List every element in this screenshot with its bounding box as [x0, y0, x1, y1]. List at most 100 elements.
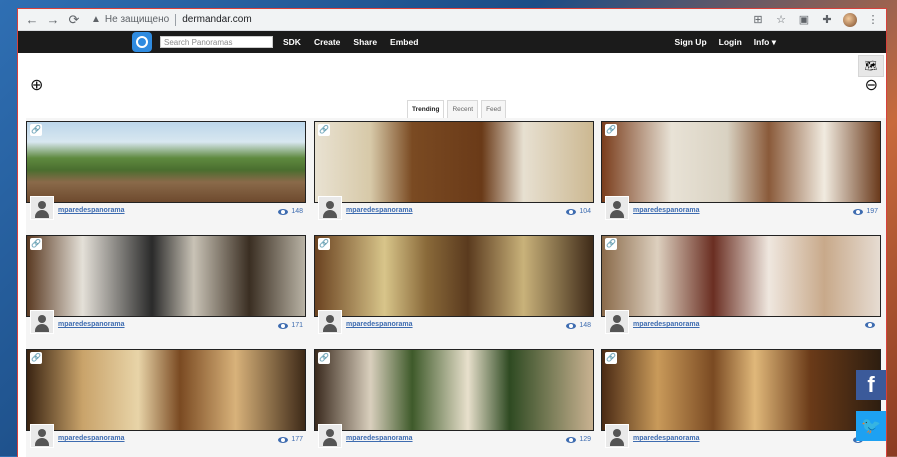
facebook-icon[interactable]: f [856, 370, 886, 400]
panorama-thumbnail[interactable]: 🔗 [314, 349, 594, 431]
username-link[interactable]: mparedespanorama [346, 435, 413, 442]
panorama-thumbnail[interactable]: 🔗 [601, 235, 881, 317]
nav-sdk[interactable]: SDK [283, 37, 301, 47]
back-icon[interactable]: ← [24, 12, 40, 28]
zoom-out-icon[interactable]: ⊖ [865, 75, 878, 95]
url-text: dermandar.com [182, 14, 252, 25]
dermandar-logo[interactable] [132, 32, 152, 52]
panorama-thumbnail[interactable]: 🔗 [314, 235, 594, 317]
panorama-card[interactable]: 🔗 mparedespanorama 129 [314, 349, 596, 449]
user-avatar[interactable] [318, 424, 342, 448]
reload-icon[interactable]: ⟳ [66, 12, 82, 28]
user-avatar[interactable] [605, 196, 629, 220]
user-avatar[interactable] [30, 310, 54, 334]
view-count-number: 171 [291, 322, 303, 329]
translate-icon[interactable]: ⊞ [751, 13, 765, 27]
site-navbar: SDK Create Share Embed Sign Up Login Inf… [18, 31, 886, 53]
eye-icon [566, 322, 577, 329]
link-icon[interactable]: 🔗 [318, 352, 330, 364]
username-link[interactable]: mparedespanorama [633, 321, 700, 328]
profile-avatar[interactable] [843, 12, 857, 27]
nav-create[interactable]: Create [314, 37, 340, 47]
feed-tabs: Trending Recent Feed [407, 100, 509, 119]
username-link[interactable]: mparedespanorama [633, 207, 700, 214]
panorama-card[interactable]: 🔗 mparedespanorama 171 [26, 235, 308, 335]
user-avatar[interactable] [318, 310, 342, 334]
forward-icon[interactable]: → [45, 12, 61, 28]
nav-embed[interactable]: Embed [390, 37, 418, 47]
user-avatar[interactable] [30, 424, 54, 448]
panorama-thumbnail[interactable]: 🔗 [26, 121, 306, 203]
eye-icon [278, 436, 289, 443]
browser-actions: ⊞ ☆ ▣ ✚ ⋮ [751, 12, 880, 27]
tab-feed[interactable]: Feed [481, 100, 506, 119]
view-count-number: 104 [579, 208, 591, 215]
puzzle-icon[interactable]: ✚ [820, 13, 834, 27]
user-avatar[interactable] [605, 310, 629, 334]
browser-window: ← → ⟳ ▲ Не защищено dermandar.com ⊞ ☆ ▣ … [17, 8, 887, 457]
user-avatar[interactable] [318, 196, 342, 220]
view-count-number: 197 [866, 208, 878, 215]
eye-icon [278, 322, 289, 329]
user-avatar[interactable] [30, 196, 54, 220]
panorama-thumbnail[interactable]: 🔗 [26, 235, 306, 317]
link-icon[interactable]: 🔗 [605, 352, 617, 364]
insecure-label: Не защищено [104, 14, 170, 25]
username-link[interactable]: mparedespanorama [346, 207, 413, 214]
panorama-grid: 🔗 mparedespanorama 148 🔗 mparedespanorama 104… [26, 118, 886, 457]
eye-icon [566, 436, 577, 443]
address-separator [175, 13, 177, 26]
panorama-thumbnail[interactable]: 🔗 [601, 349, 881, 431]
address-bar[interactable]: ▲ Не защищено dermandar.com [91, 10, 751, 29]
nav-share[interactable]: Share [353, 37, 377, 47]
panorama-card[interactable]: 🔗 mparedespanorama 177 [26, 349, 308, 449]
link-icon[interactable]: 🔗 [605, 238, 617, 250]
eye-icon [865, 322, 875, 328]
view-count: 171 [278, 322, 303, 329]
world-map-icon[interactable]: 🗺 [858, 55, 884, 77]
panorama-card[interactable]: 🔗 mparedespanorama 148 [26, 121, 308, 221]
username-link[interactable]: mparedespanorama [633, 435, 700, 442]
view-count-number: 148 [579, 322, 591, 329]
view-count-number: 177 [291, 436, 303, 443]
panorama-thumbnail[interactable]: 🔗 [314, 121, 594, 203]
eye-icon [853, 208, 864, 215]
menu-dots-icon[interactable]: ⋮ [866, 13, 880, 27]
link-icon[interactable]: 🔗 [30, 352, 42, 364]
username-link[interactable]: mparedespanorama [346, 321, 413, 328]
eye-icon [278, 208, 289, 215]
tab-recent[interactable]: Recent [447, 100, 479, 119]
nav-login[interactable]: Login [719, 37, 742, 47]
panorama-card[interactable]: 🔗 mparedespanorama 197 [601, 121, 883, 221]
nav-info[interactable]: Info ▾ [754, 37, 776, 48]
user-avatar[interactable] [605, 424, 629, 448]
link-icon[interactable]: 🔗 [318, 124, 330, 136]
zoom-in-icon[interactable]: ⊕ [30, 75, 43, 95]
panorama-thumbnail[interactable]: 🔗 [26, 349, 306, 431]
twitter-icon[interactable]: 🐦 [856, 411, 886, 441]
username-link[interactable]: mparedespanorama [58, 321, 125, 328]
panorama-card[interactable]: 🔗mparedespanorama176 [601, 349, 883, 449]
search-input[interactable] [160, 36, 273, 48]
panorama-card[interactable]: 🔗 mparedespanorama 148 [314, 235, 596, 335]
panorama-thumbnail[interactable]: 🔗 [601, 121, 881, 203]
link-icon[interactable]: 🔗 [30, 124, 42, 136]
tab-trending[interactable]: Trending [407, 100, 445, 119]
star-icon[interactable]: ☆ [774, 13, 788, 27]
warning-icon: ▲ [91, 14, 101, 25]
username-link[interactable]: mparedespanorama [58, 435, 125, 442]
link-icon[interactable]: 🔗 [318, 238, 330, 250]
view-count [865, 322, 878, 328]
extension-shield-icon[interactable]: ▣ [797, 13, 811, 27]
panorama-card[interactable]: 🔗 mparedespanorama 104 [314, 121, 596, 221]
eye-icon [566, 208, 577, 215]
panorama-card[interactable]: 🔗 mparedespanorama [601, 235, 883, 335]
link-icon[interactable]: 🔗 [30, 238, 42, 250]
nav-sign-up[interactable]: Sign Up [675, 37, 707, 47]
username-link[interactable]: mparedespanorama [58, 207, 125, 214]
view-count: 104 [566, 208, 591, 215]
browser-toolbar: ← → ⟳ ▲ Не защищено dermandar.com ⊞ ☆ ▣ … [18, 9, 886, 31]
link-icon[interactable]: 🔗 [605, 124, 617, 136]
view-count: 129 [566, 436, 591, 443]
view-count-number: 129 [579, 436, 591, 443]
